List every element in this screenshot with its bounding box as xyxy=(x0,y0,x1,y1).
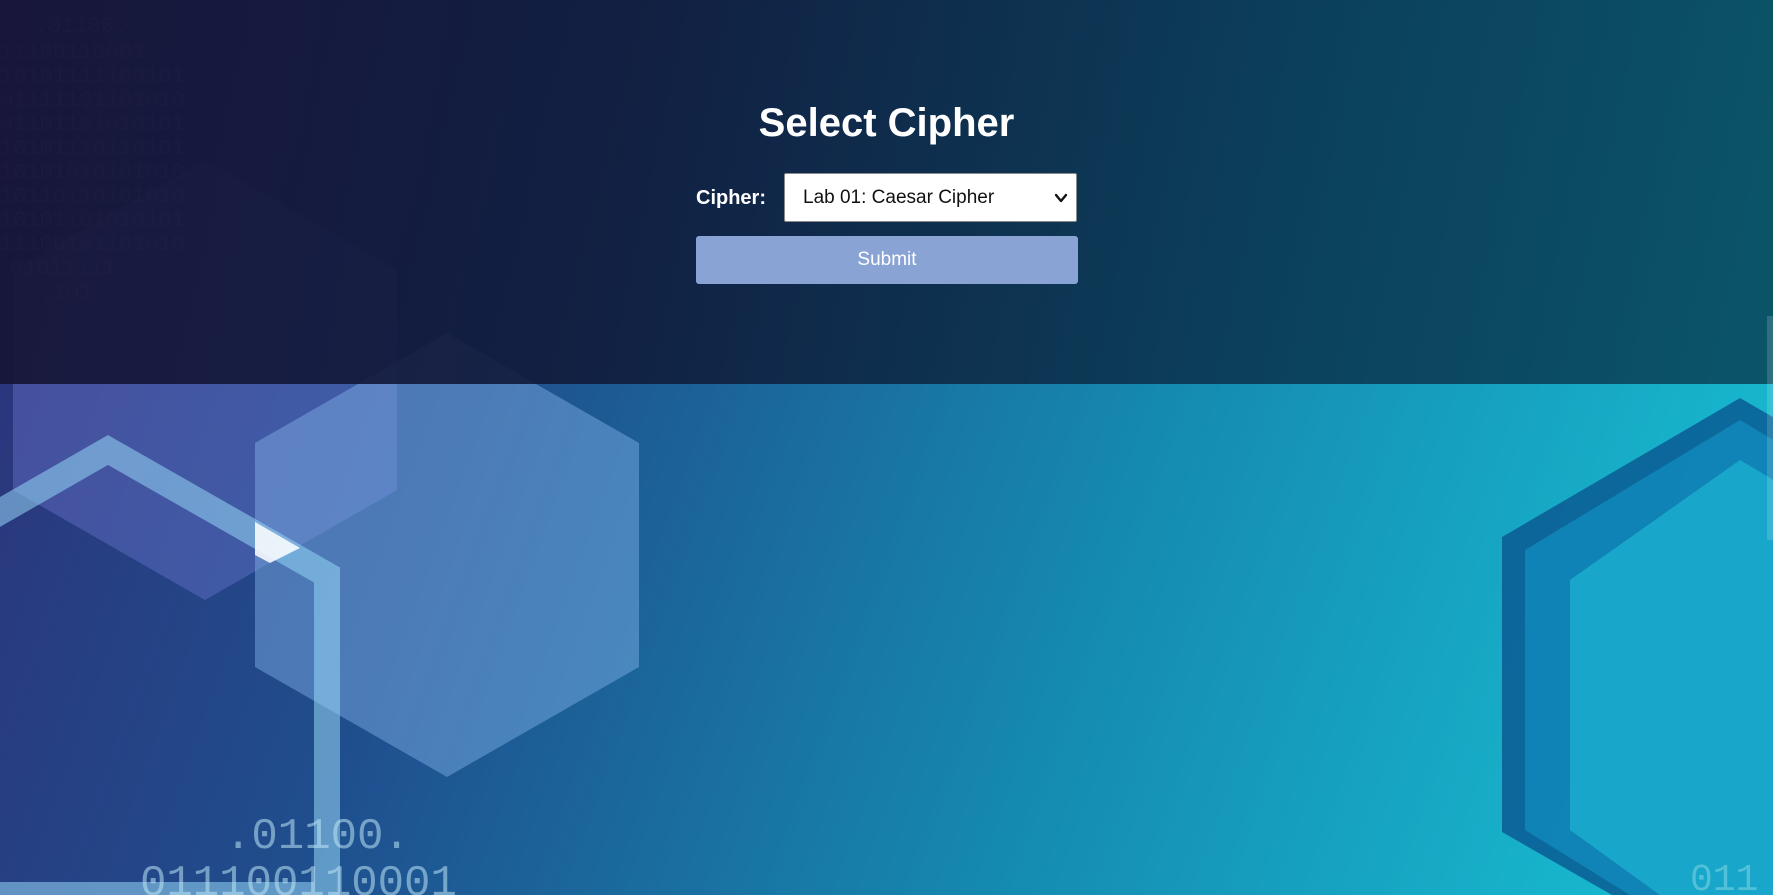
svg-text:.01100.: .01100. xyxy=(225,812,410,862)
cipher-form-panel: Select Cipher Cipher: Lab 01: Caesar Cip… xyxy=(0,0,1773,384)
svg-text:011100110001: 011100110001 xyxy=(140,859,457,895)
binary-digits-decoration: .01100. 011100110001 xyxy=(140,812,457,895)
cipher-select-value: Lab 01: Caesar Cipher xyxy=(803,187,995,208)
scrollbar[interactable] xyxy=(1767,316,1773,540)
cipher-label: Cipher: xyxy=(696,187,766,209)
chevron-down-icon xyxy=(1054,193,1068,203)
page-title: Select Cipher xyxy=(758,101,1015,145)
submit-button[interactable]: Submit xyxy=(696,236,1078,284)
svg-text:011: 011 xyxy=(1690,859,1758,895)
binary-digits-decoration: 011 xyxy=(1690,859,1758,895)
cipher-select[interactable]: Lab 01: Caesar Cipher xyxy=(784,173,1077,222)
